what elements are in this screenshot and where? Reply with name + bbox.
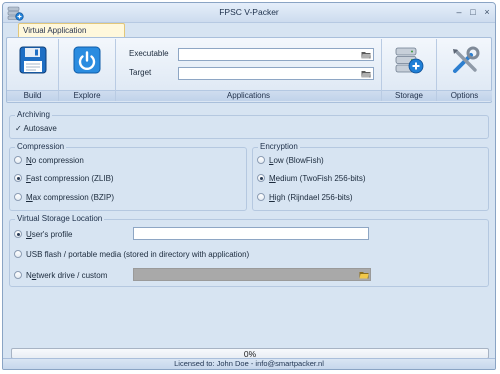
radio-button[interactable]: [14, 156, 22, 164]
ribbon: Build Explore Executable Target Applicat…: [6, 37, 492, 103]
profile-path-input[interactable]: [133, 227, 369, 240]
explore-label: Explore: [59, 90, 115, 101]
radio-button[interactable]: [14, 174, 22, 182]
autosave-checkbox[interactable]: ✓ Autosave: [15, 124, 57, 133]
target-input[interactable]: [178, 67, 374, 80]
applications-group: Executable Target Applications: [116, 39, 382, 101]
status-bar: Licensed to: John Doe - info@smartpacker…: [3, 358, 495, 369]
network-path-input: [133, 268, 371, 281]
target-label: Target: [129, 68, 152, 77]
window-title: FPSC V-Packer: [219, 7, 279, 17]
compression-title: Compression: [15, 142, 67, 151]
radio-button[interactable]: [14, 271, 22, 279]
options-group: Options: [437, 39, 492, 101]
radio-button[interactable]: [257, 156, 265, 164]
radio-button[interactable]: [257, 174, 265, 182]
app-window: FPSC V-Packer – □ × Virtual Application …: [2, 2, 496, 370]
build-group: Build: [7, 39, 59, 101]
autosave-label: Autosave: [23, 124, 57, 133]
power-icon: [73, 46, 101, 74]
explore-group: Explore: [59, 39, 116, 101]
options-label: Options: [437, 90, 492, 101]
close-button[interactable]: ×: [481, 6, 493, 18]
applications-label: Applications: [116, 90, 381, 101]
folder-browse-icon[interactable]: [361, 69, 371, 78]
archiving-frame: [9, 115, 489, 139]
storage-label: Storage: [382, 90, 436, 101]
executable-label: Executable: [129, 49, 169, 58]
storage-button[interactable]: [382, 39, 436, 90]
radio-button[interactable]: [257, 193, 265, 201]
storage-add-icon: [395, 47, 424, 74]
minimize-button[interactable]: –: [453, 6, 465, 18]
encryption-title: Encryption: [258, 142, 300, 151]
options-button[interactable]: [437, 39, 492, 90]
radio-button[interactable]: [14, 250, 22, 258]
tab-virtual-application[interactable]: Virtual Application: [18, 23, 125, 38]
maximize-button[interactable]: □: [467, 6, 479, 18]
radio-button[interactable]: [14, 193, 22, 201]
floppy-disk-icon: [19, 46, 46, 74]
folder-browse-icon[interactable]: [359, 270, 369, 279]
license-text: Licensed to: John Doe - info@smartpacker…: [174, 359, 324, 368]
executable-input[interactable]: [178, 48, 374, 61]
tools-icon: [452, 46, 479, 73]
folder-browse-icon[interactable]: [361, 50, 371, 59]
storage-location-title: Virtual Storage Location: [15, 214, 105, 223]
archiving-title: Archiving: [15, 110, 52, 119]
build-label: Build: [7, 90, 58, 101]
radio-button[interactable]: [14, 230, 22, 238]
explore-button[interactable]: [59, 39, 115, 90]
build-button[interactable]: [7, 39, 58, 90]
checkmark-icon: ✓: [15, 124, 22, 133]
storage-group: Storage: [382, 39, 437, 101]
title-bar[interactable]: FPSC V-Packer – □ ×: [3, 3, 495, 23]
